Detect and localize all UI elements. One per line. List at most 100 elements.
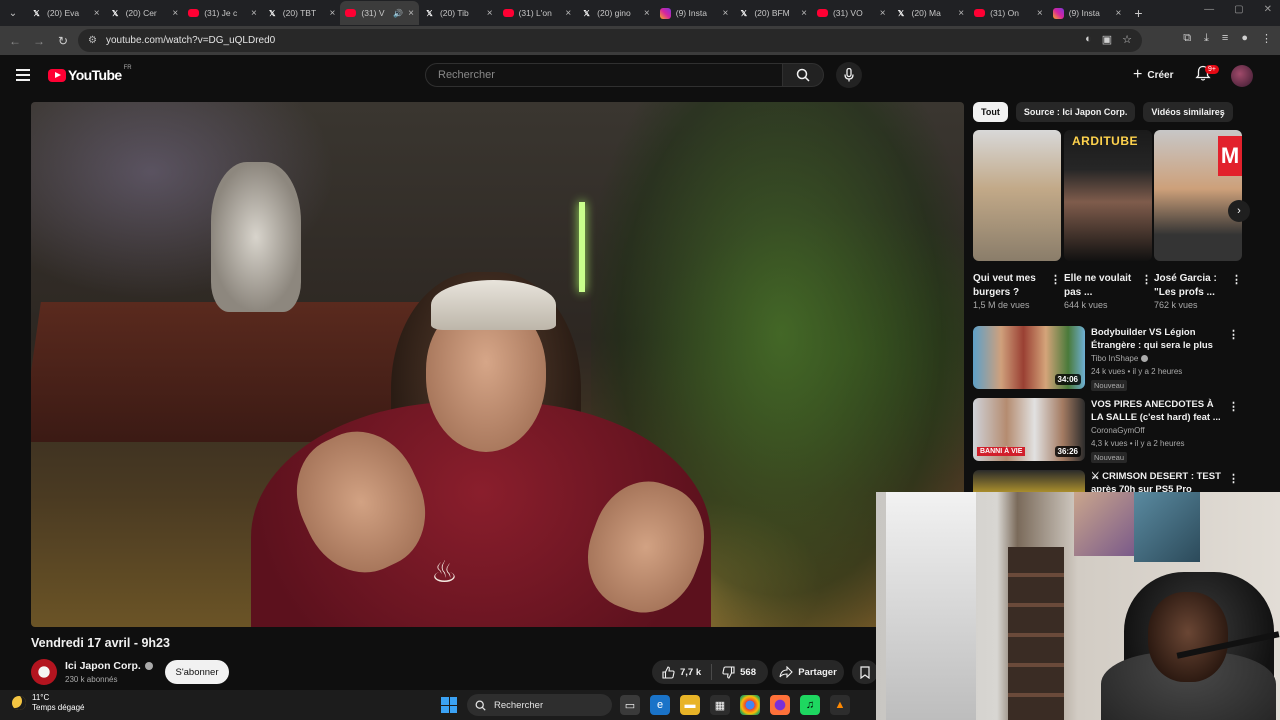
browser-tab[interactable]: 𝕏 (20) Eva × [26,1,105,25]
maximize-icon[interactable]: ▢ [1234,4,1243,15]
vlc-icon[interactable]: ▲ [830,695,850,715]
chips-next-icon[interactable]: › [1220,108,1224,122]
browser-tab[interactable]: 𝕏 (20) Ma × [891,1,970,25]
bookmark-icon [860,665,870,679]
close-tab-icon[interactable]: × [958,8,964,19]
short-thumbnail[interactable] [973,130,1061,261]
close-tab-icon[interactable]: × [330,8,336,19]
close-tab-icon[interactable]: × [1037,8,1043,19]
save-button[interactable] [852,660,878,684]
file-explorer-icon[interactable]: ▬ [680,695,700,715]
close-tab-icon[interactable]: × [1115,8,1121,19]
reload-icon[interactable]: ↻ [51,29,75,53]
url-field[interactable]: ⚙ youtube.com/watch?v=DG_uQLDred0 ◐ ▣ ☆ [78,29,1142,52]
shorts-next-icon[interactable]: › [1228,200,1250,222]
close-tab-icon[interactable]: × [644,8,650,19]
more-options-icon[interactable]: ⋮ [1141,273,1152,286]
media-icon[interactable]: ≡ [1222,32,1228,45]
channel-avatar[interactable] [31,659,57,685]
close-tab-icon[interactable]: × [172,8,178,19]
site-info-icon[interactable]: ⚙ [88,35,97,46]
video-thumbnail[interactable]: BANNI À VIE 36:26 [973,398,1085,461]
store-icon[interactable]: ▦ [710,695,730,715]
short-thumbnail[interactable]: ARDITUBE [1064,130,1152,261]
bookmark-star-icon[interactable]: ☆ [1122,33,1132,46]
firefox-icon[interactable] [770,695,790,715]
browser-tab[interactable]: 𝕏 (20) TBT × [262,1,341,25]
video-player[interactable]: ♨ [31,102,964,627]
like-button[interactable]: 7,7 k [652,665,711,679]
audio-playing-icon[interactable]: 🔊 [393,9,403,18]
close-tab-icon[interactable]: × [801,8,807,19]
subscribe-button[interactable]: S'abonner [165,660,229,684]
filter-chip[interactable]: Tout [973,102,1008,122]
browser-tab[interactable]: (9) Insta × [655,1,734,25]
short-card[interactable]: Qui veut mes burgers ? ⋮ 1,5 M de vues [973,130,1061,310]
edge-icon[interactable]: e [650,695,670,715]
translate-icon[interactable]: ◐ [1085,33,1092,46]
close-window-icon[interactable]: ✕ [1264,4,1272,15]
more-options-icon[interactable]: ⋮ [1228,472,1239,485]
close-tab-icon[interactable]: × [880,8,886,19]
create-button[interactable]: + Créer [1127,63,1183,87]
profile-icon[interactable]: ● [1241,32,1248,45]
weather-widget[interactable]: 11°C Temps dégagé [12,693,84,713]
close-tab-icon[interactable]: × [723,8,729,19]
chrome-icon[interactable] [740,695,760,715]
spotify-icon[interactable]: ♫ [800,695,820,715]
browser-menu-icon[interactable]: ⋮ [1261,32,1272,45]
recommended-video[interactable]: 34:06 Bodybuilder VS Légion Étrangère : … [973,326,1243,391]
browser-tab[interactable]: 𝕏 (20) Cer × [105,1,184,25]
new-tab-icon[interactable]: + [1134,5,1142,21]
browser-tab[interactable]: (9) Insta × [1048,1,1127,25]
account-avatar[interactable] [1231,65,1253,87]
windows-start-icon[interactable] [441,697,457,713]
filter-chip[interactable]: Source : Ici Japon Corp. [1015,102,1136,122]
forward-icon[interactable]: → [27,29,51,53]
channel-name: CoronaGymOff [1091,426,1145,435]
close-tab-icon[interactable]: × [565,8,571,19]
channel-name-row[interactable]: Ici Japon Corp. [65,660,153,672]
more-options-icon[interactable]: ⋮ [1228,400,1239,413]
channel-row[interactable]: Tibo InShape [1091,354,1149,363]
menu-icon[interactable] [16,69,30,81]
more-options-icon[interactable]: ⋮ [1050,273,1061,286]
minimize-icon[interactable]: — [1204,4,1214,15]
channel-row[interactable]: CoronaGymOff [1091,426,1145,435]
browser-tab[interactable]: 𝕏 (20) Tib × [419,1,498,25]
short-card[interactable]: M José Garcia : "Les profs ... ⋮ 762 k v… [1154,130,1242,310]
dislike-button[interactable]: 568 [712,665,766,679]
browser-tab[interactable]: 𝕏 (20) BFM × [733,1,812,25]
more-options-icon[interactable]: ⋮ [1228,328,1239,341]
voice-search-button[interactable] [836,62,862,88]
new-badge: Nouveau [1091,452,1128,463]
tab-search-icon[interactable]: ⌄ [0,0,26,26]
taskbar-search[interactable]: Rechercher [467,694,612,716]
back-icon[interactable]: ← [3,29,27,53]
more-options-icon[interactable]: ⋮ [1231,273,1242,286]
video-thumbnail[interactable]: 34:06 [973,326,1085,389]
task-view-icon[interactable]: ▭ [620,695,640,715]
short-card[interactable]: ARDITUBE Elle ne voulait pas ... ⋮ 644 k… [1064,130,1152,310]
search-button[interactable] [782,63,824,87]
download-icon[interactable]: ⤓ [1204,32,1209,45]
browser-tab[interactable]: (31) On × [969,1,1048,25]
close-tab-icon[interactable]: × [487,8,493,19]
short-thumbnail[interactable]: M [1154,130,1242,261]
browser-tab[interactable]: (31) L'on × [498,1,577,25]
share-button[interactable]: Partager [772,660,844,684]
browser-tab[interactable]: (31) V 🔊 × [340,1,419,25]
browser-tab[interactable]: (31) Je c × [183,1,262,25]
thumbnail-channel-logo: M [1218,136,1242,176]
recommended-video[interactable]: BANNI À VIE 36:26 VOS PIRES ANECDOTES À … [973,398,1243,463]
youtube-logo[interactable]: YouTube FR [48,65,132,83]
close-tab-icon[interactable]: × [94,8,100,19]
close-tab-icon[interactable]: × [251,8,257,19]
install-icon[interactable]: ▣ [1102,33,1112,46]
browser-tab[interactable]: 𝕏 (20) gino × [576,1,655,25]
close-tab-icon[interactable]: × [408,8,414,19]
search-input[interactable]: Rechercher [425,63,783,87]
extensions-icon[interactable]: ⧉ [1183,32,1191,45]
browser-tab[interactable]: (31) VO × [812,1,891,25]
webcam-scene-shelf [1008,547,1064,720]
